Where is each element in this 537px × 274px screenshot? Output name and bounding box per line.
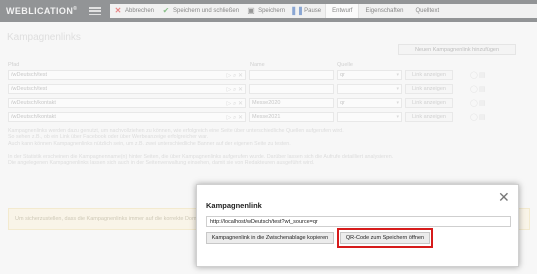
campaign-link-dialog: ✕ Kampagnenlink http://localhost/wDeutsc… <box>196 184 519 267</box>
close-icon[interactable]: ✕ <box>498 190 510 204</box>
dialog-title: Kampagnenlink <box>206 201 262 210</box>
campaign-url-field[interactable]: http://localhost/wDeutsch/test?wt_source… <box>206 216 511 227</box>
copy-to-clipboard-button[interactable]: Kampagnenlink in die Zwischenablage kopi… <box>206 232 334 244</box>
qr-button-highlight <box>337 228 433 248</box>
